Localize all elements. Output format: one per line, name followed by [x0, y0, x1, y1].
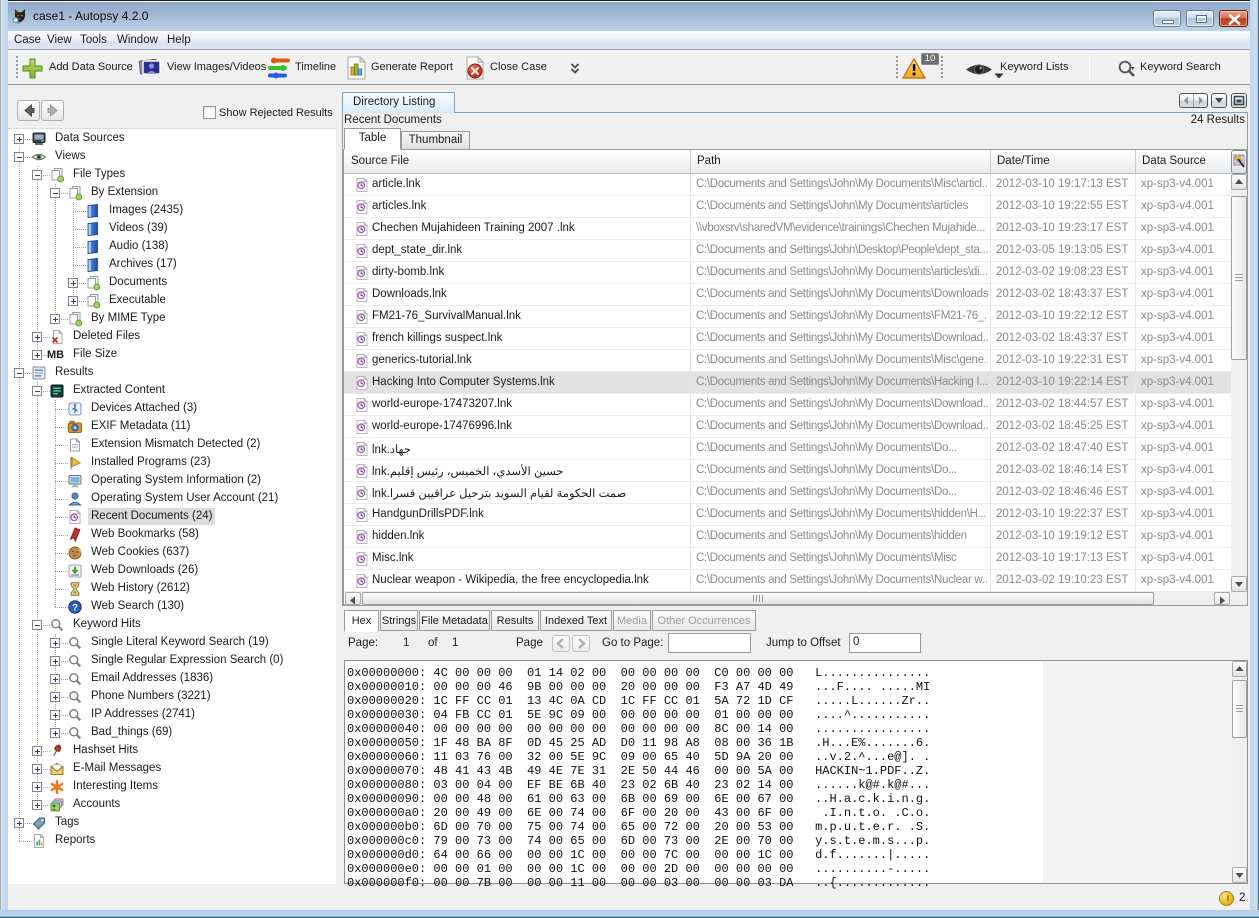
svg-text:?: ? [72, 603, 78, 614]
